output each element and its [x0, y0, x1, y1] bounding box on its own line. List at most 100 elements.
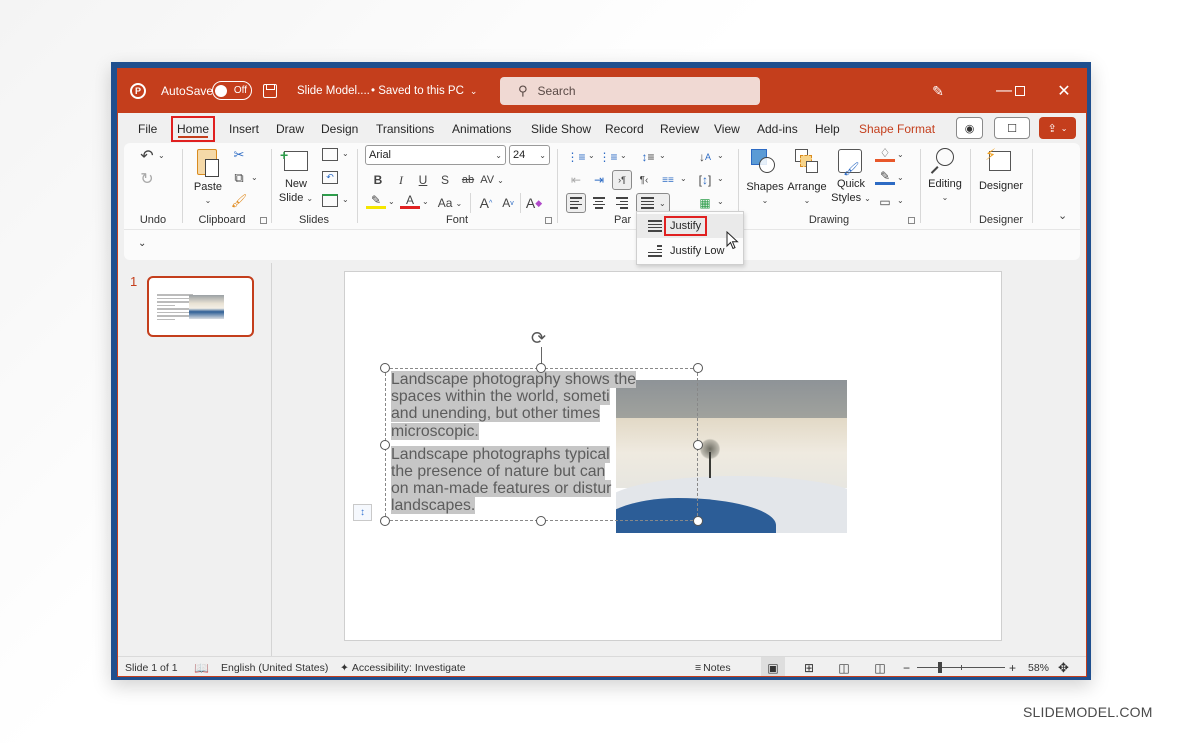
tab-design[interactable]: Design — [317, 118, 362, 140]
spell-check-icon[interactable]: 📖 — [194, 657, 209, 676]
align-right-button[interactable] — [612, 193, 632, 213]
chevron-down-icon[interactable]: ⌄ — [717, 151, 724, 160]
italic-button[interactable]: I — [391, 170, 411, 190]
panel-divider[interactable] — [271, 263, 272, 656]
chevron-down-icon[interactable]: ⌄ — [717, 197, 724, 206]
convert-to-smartart-button[interactable]: ▦ — [695, 193, 715, 213]
chevron-down-icon[interactable]: ⌄ — [422, 197, 429, 206]
chevron-down-icon[interactable]: ⌄ — [680, 174, 687, 183]
arrange-button[interactable]: Arrange ⌄ — [787, 147, 827, 209]
chevron-down-icon[interactable]: ⌄ — [897, 173, 904, 182]
dialog-launcher-icon[interactable] — [545, 217, 552, 224]
chevron-down-icon[interactable]: ⌄ — [897, 196, 904, 205]
copy-icon[interactable]: ⧉ — [231, 170, 247, 186]
character-spacing-button[interactable]: AV ⌄ — [480, 170, 504, 190]
shape-fill-button[interactable]: ♢ — [875, 146, 895, 162]
tab-view[interactable]: View — [710, 118, 744, 140]
align-left-button[interactable] — [566, 193, 586, 213]
slide-show-button[interactable]: ◫ — [868, 657, 892, 676]
paste-button[interactable]: Paste ⌄ — [189, 147, 227, 207]
resize-handle-right[interactable] — [693, 440, 703, 450]
shrink-font-button[interactable]: Av — [498, 193, 518, 213]
reset-icon[interactable]: ↶ — [322, 171, 338, 184]
zoom-slider[interactable] — [917, 657, 1005, 676]
align-center-button[interactable] — [589, 193, 609, 213]
customize-toolbar-icon[interactable]: ⌄ — [138, 238, 146, 249]
selected-text-box[interactable]: Landscape photography shows the spaces w… — [385, 368, 698, 521]
resize-handle-left[interactable] — [380, 440, 390, 450]
chevron-down-icon[interactable]: ⌄ — [588, 151, 595, 160]
tab-insert[interactable]: Insert — [225, 118, 263, 140]
designer-pen-icon[interactable]: ✎ — [928, 69, 948, 113]
chevron-down-icon[interactable]: ⌄ — [620, 151, 627, 160]
reading-view-button[interactable]: ◫ — [832, 657, 856, 676]
zoom-out-button[interactable]: − — [903, 657, 910, 676]
text-shadow-button[interactable]: S — [435, 170, 455, 190]
resize-handle-top-left[interactable] — [380, 363, 390, 373]
bold-button[interactable]: B — [368, 170, 388, 190]
bullets-button[interactable]: ⋮≡ — [566, 147, 586, 167]
autofit-options-icon[interactable]: ↕ — [353, 504, 372, 521]
shapes-button[interactable]: Shapes ⌄ — [746, 147, 784, 209]
tab-home[interactable]: Home — [170, 116, 216, 142]
collapse-ribbon-icon[interactable]: ⌄ — [1058, 209, 1067, 222]
tab-file[interactable]: File — [134, 118, 161, 140]
increase-indent-button[interactable]: ⇥ — [589, 170, 609, 190]
dialog-launcher-icon[interactable] — [908, 217, 915, 224]
language-indicator[interactable]: English (United States) — [221, 657, 328, 676]
text-direction-button[interactable]: ↓ A — [695, 147, 715, 167]
shape-effects-button[interactable]: ▭ — [875, 192, 895, 212]
grow-font-button[interactable]: A ^ — [476, 193, 496, 213]
section-icon[interactable] — [322, 194, 338, 207]
numbering-button[interactable]: ⋮≡ — [598, 147, 618, 167]
tab-animations[interactable]: Animations — [448, 118, 515, 140]
rtl-button[interactable]: ¶‹ — [634, 170, 654, 190]
autosave-toggle[interactable]: Off — [212, 81, 252, 100]
chevron-down-icon[interactable]: ⌄ — [897, 150, 904, 159]
chevron-down-icon[interactable]: ⌄ — [659, 151, 666, 160]
resize-handle-bottom-right[interactable] — [693, 516, 703, 526]
save-icon[interactable] — [263, 69, 279, 113]
undo-icon[interactable]: ↶ — [138, 147, 156, 165]
font-name-select[interactable]: Arial ⌄ — [365, 145, 506, 165]
chevron-down-icon[interactable]: ⌄ — [251, 173, 258, 182]
chevron-down-icon[interactable]: ⌄ — [388, 197, 395, 206]
dialog-launcher-icon[interactable] — [260, 217, 267, 224]
slide-thumbnail[interactable] — [147, 276, 254, 337]
justify-dropdown-button[interactable]: ⌄ — [636, 193, 670, 213]
tab-draw[interactable]: Draw — [272, 118, 308, 140]
chevron-down-icon[interactable]: ⌄ — [158, 151, 165, 160]
quick-styles-button[interactable]: 🖌 Quick Styles ⌄ — [831, 147, 871, 209]
text-box-content[interactable]: Landscape photography shows the spaces w… — [391, 371, 637, 515]
columns-button[interactable]: ≡≡ — [658, 170, 678, 190]
normal-view-button[interactable]: ▣ — [761, 657, 785, 676]
cut-icon[interactable]: ✂ — [231, 147, 247, 163]
zoom-slider-thumb[interactable] — [938, 662, 943, 673]
shape-outline-button[interactable]: ✎ — [875, 169, 895, 185]
slide-canvas[interactable]: ⟳ Landscape photography shows the spaces… — [344, 271, 1002, 641]
layout-icon[interactable] — [322, 148, 338, 161]
editing-button[interactable]: Editing ⌄ — [925, 147, 965, 207]
tab-review[interactable]: Review — [656, 118, 703, 140]
decrease-indent-button[interactable]: ⇤ — [566, 170, 586, 190]
rotate-handle-icon[interactable]: ⟳ — [531, 328, 546, 349]
chevron-down-icon[interactable]: ⌄ — [342, 149, 349, 158]
notes-button[interactable]: ≡ Notes — [695, 657, 731, 676]
font-color-button[interactable]: A — [400, 193, 420, 209]
tab-help[interactable]: Help — [811, 118, 844, 140]
tab-shape-format[interactable]: Shape Format — [855, 118, 939, 140]
tab-transitions[interactable]: Transitions — [372, 118, 438, 140]
chevron-down-icon[interactable]: ⌄ — [342, 195, 349, 204]
redo-icon[interactable]: ↻ — [138, 170, 156, 188]
save-status[interactable]: • Saved to this PC ⌄ — [371, 69, 477, 113]
slide-sorter-button[interactable]: ⊞ — [797, 657, 821, 676]
record-button[interactable]: ◉ — [956, 117, 983, 139]
font-size-select[interactable]: 24 ⌄ — [509, 145, 550, 165]
resize-handle-top[interactable] — [536, 363, 546, 373]
resize-handle-top-right[interactable] — [693, 363, 703, 373]
new-slide-button[interactable]: + New Slide ⌄ — [276, 147, 316, 209]
search-box[interactable]: ⚲ Search — [500, 77, 760, 105]
chevron-down-icon[interactable]: ⌄ — [717, 174, 724, 183]
comments-button[interactable]: ☐ — [994, 117, 1030, 139]
underline-button[interactable]: U — [413, 170, 433, 190]
